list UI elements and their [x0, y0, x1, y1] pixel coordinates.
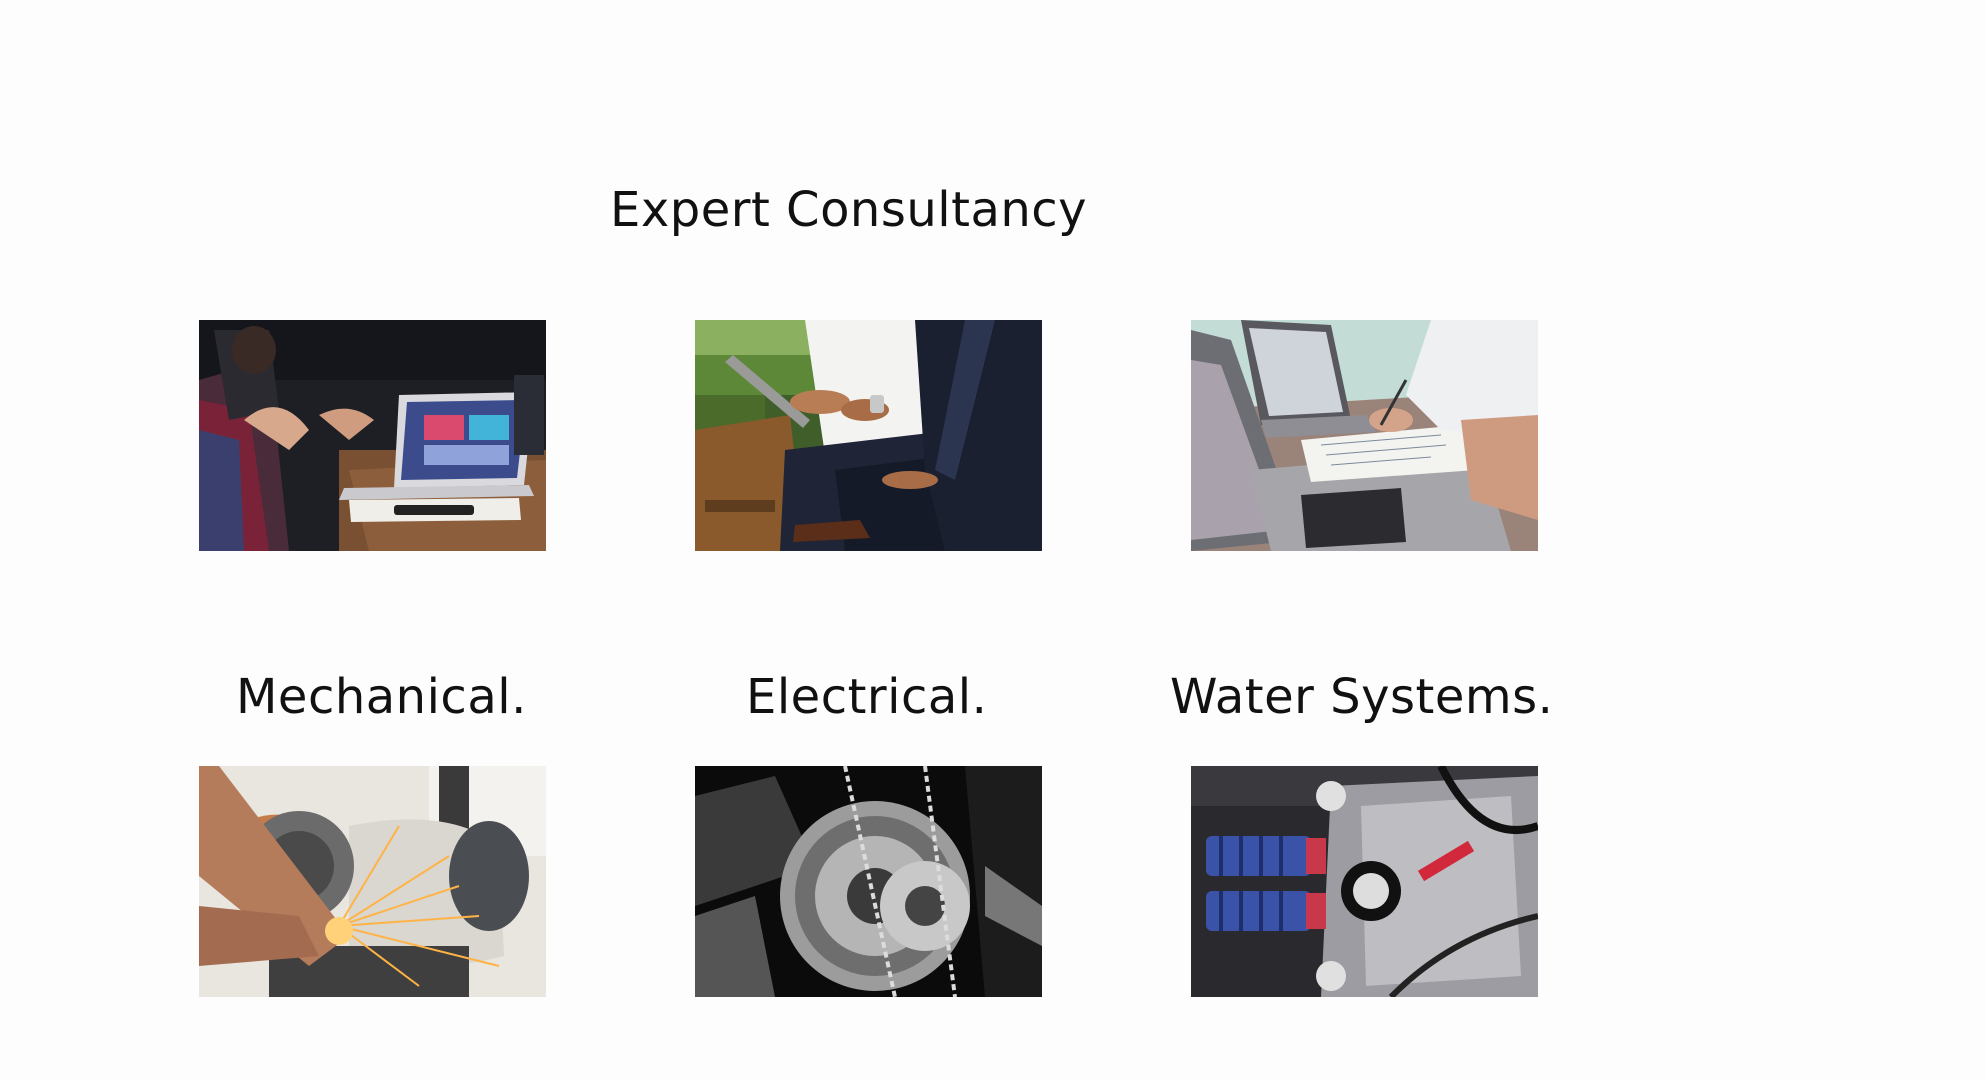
section-title: Expert Consultancy	[610, 182, 1088, 238]
service-label-electrical: Electrical.	[746, 669, 988, 725]
service-label-mechanical: Mechanical.	[236, 669, 527, 725]
engine-suspension-parts-photo	[1191, 766, 1538, 997]
business-discussion-tablet-photo	[695, 320, 1042, 551]
service-label-water-systems: Water Systems.	[1170, 669, 1554, 725]
angle-grinder-sparks-photo	[199, 766, 546, 997]
team-meeting-laptop-photo	[199, 320, 546, 551]
desk-planning-laptop-photo	[1191, 320, 1538, 551]
gear-chain-machinery-photo	[695, 766, 1042, 997]
page: Expert Consultancy Mechanical. Electrica…	[0, 0, 1985, 1080]
